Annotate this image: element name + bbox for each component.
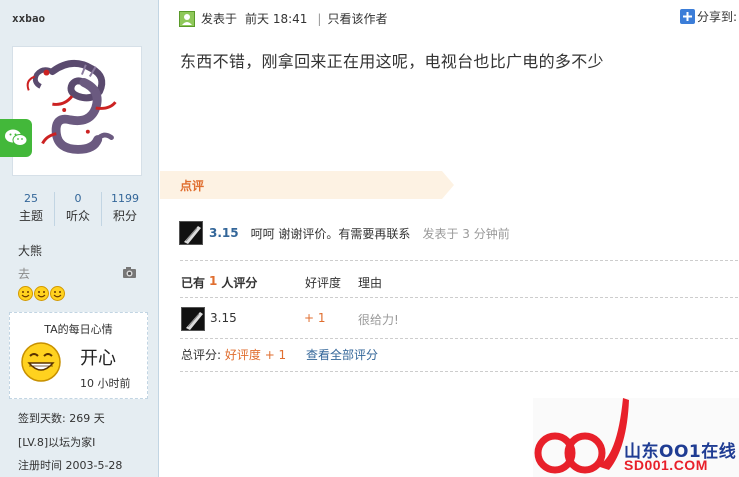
divider-line — [180, 260, 738, 261]
wechat-icon — [5, 129, 28, 146]
view-all-ratings-link[interactable]: 查看全部评分 — [306, 348, 378, 362]
watermark-text-domain: SD001.COM — [624, 457, 708, 473]
share-colon: : — [733, 9, 738, 24]
author-sidebar: xxbao 25 主题 0 听众 1199 积分 大熊 去 TA的每日心情 开心… — [0, 0, 159, 477]
divider-line — [180, 371, 738, 372]
comment-time: 发表于 3 分钟前 — [422, 226, 510, 241]
stat-topics-label: 主题 — [18, 209, 43, 223]
divider-line — [180, 338, 738, 339]
author-only-link[interactable]: 只看该作者 — [327, 10, 387, 27]
post-content: 东西不错，刚拿回来正在用这呢，电视台也比广电的多不少 — [180, 52, 604, 71]
author-title: 大熊 — [18, 244, 43, 258]
medal-smileys — [18, 286, 65, 301]
avatar[interactable] — [12, 46, 142, 176]
rating-head-prefix: 已有 — [181, 276, 206, 290]
mood-title: TA的每日心情 — [44, 323, 113, 336]
rater-avatar[interactable] — [181, 307, 205, 331]
total-label: 总评分: — [181, 348, 222, 362]
phone-thumbnail-image — [180, 222, 202, 244]
share-button[interactable]: 分享到: — [680, 8, 737, 25]
stat-topics[interactable]: 25 主题 — [8, 192, 55, 226]
stat-followers-label: 听众 — [65, 209, 90, 223]
camera-icon[interactable] — [122, 265, 137, 279]
stat-followers[interactable]: 0 听众 — [55, 192, 102, 226]
comment-tab-label: 点评 — [180, 179, 205, 193]
comment-item: 3.15 呵呵 谢谢评价。有需要再联系 发表于 3 分钟前 — [179, 221, 510, 245]
comment-section-tab: 点评 — [160, 171, 454, 199]
happy-face-icon — [21, 342, 61, 382]
divider-line — [180, 297, 738, 298]
author-subtitle: 去 — [18, 267, 31, 281]
stat-points-count: 1199 — [111, 192, 139, 205]
rating-col-reason: 理由 — [358, 276, 383, 290]
dragon-avatar-image — [26, 60, 117, 154]
smiley-icon — [34, 286, 49, 301]
rater-score: + 1 — [304, 311, 326, 325]
post-meta: 发表于 前天 18:41 | 只看该作者 — [179, 10, 387, 27]
register-date: 注册时间 2003-5-28 — [18, 459, 123, 472]
rater-name[interactable]: 3.15 — [210, 311, 237, 325]
stat-topics-count: 25 — [24, 192, 38, 205]
stat-points[interactable]: 1199 积分 — [102, 192, 148, 226]
commenter-name[interactable]: 3.15 — [209, 226, 239, 240]
stat-points-label: 积分 — [112, 209, 137, 223]
online-user-icon — [179, 10, 195, 27]
plus-share-icon — [680, 9, 695, 24]
share-label: 分享到 — [697, 10, 734, 24]
user-level: [LV.8]以坛为家I — [18, 436, 96, 449]
mood-time: 10 小时前 — [80, 377, 131, 390]
rating-row: 3.15 + 1 很给力! — [181, 307, 739, 333]
commenter-avatar[interactable] — [179, 221, 203, 245]
rater-reason: 很给力! — [358, 313, 399, 327]
author-username[interactable]: xxbao — [12, 12, 45, 25]
total-value: 好评度 + 1 — [224, 348, 287, 362]
posted-label: 发表于 — [201, 12, 238, 26]
wechat-share-button[interactable] — [0, 119, 32, 157]
mood-text: 开心 — [80, 348, 116, 369]
post-view: xxbao 25 主题 0 听众 1199 积分 大熊 去 TA的每日心情 开心… — [0, 0, 739, 477]
rating-head-suffix: 人评分 — [221, 276, 258, 290]
comment-tab-background — [160, 171, 454, 199]
smiley-icon — [50, 286, 65, 301]
rating-count: 1 — [209, 274, 218, 288]
rating-col-score: 好评度 — [305, 276, 342, 290]
comment-text: 呵呵 谢谢评价。有需要再联系 — [250, 226, 411, 241]
posted-time: 前天 18:41 — [245, 12, 308, 26]
rating-total: 总评分: 好评度 + 1 查看全部评分 — [181, 346, 378, 363]
smiley-icon — [18, 286, 33, 301]
stat-followers-count: 0 — [74, 192, 82, 205]
rating-header: 已有 1 人评分 好评度 理由 — [181, 274, 382, 291]
daily-mood-card: TA的每日心情 开心 10 小时前 — [9, 312, 148, 399]
phone-thumbnail-image — [182, 308, 204, 330]
divider: | — [317, 11, 322, 26]
checkin-days: 签到天数: 269 天 — [18, 412, 105, 425]
author-stats: 25 主题 0 听众 1199 积分 — [8, 192, 148, 226]
